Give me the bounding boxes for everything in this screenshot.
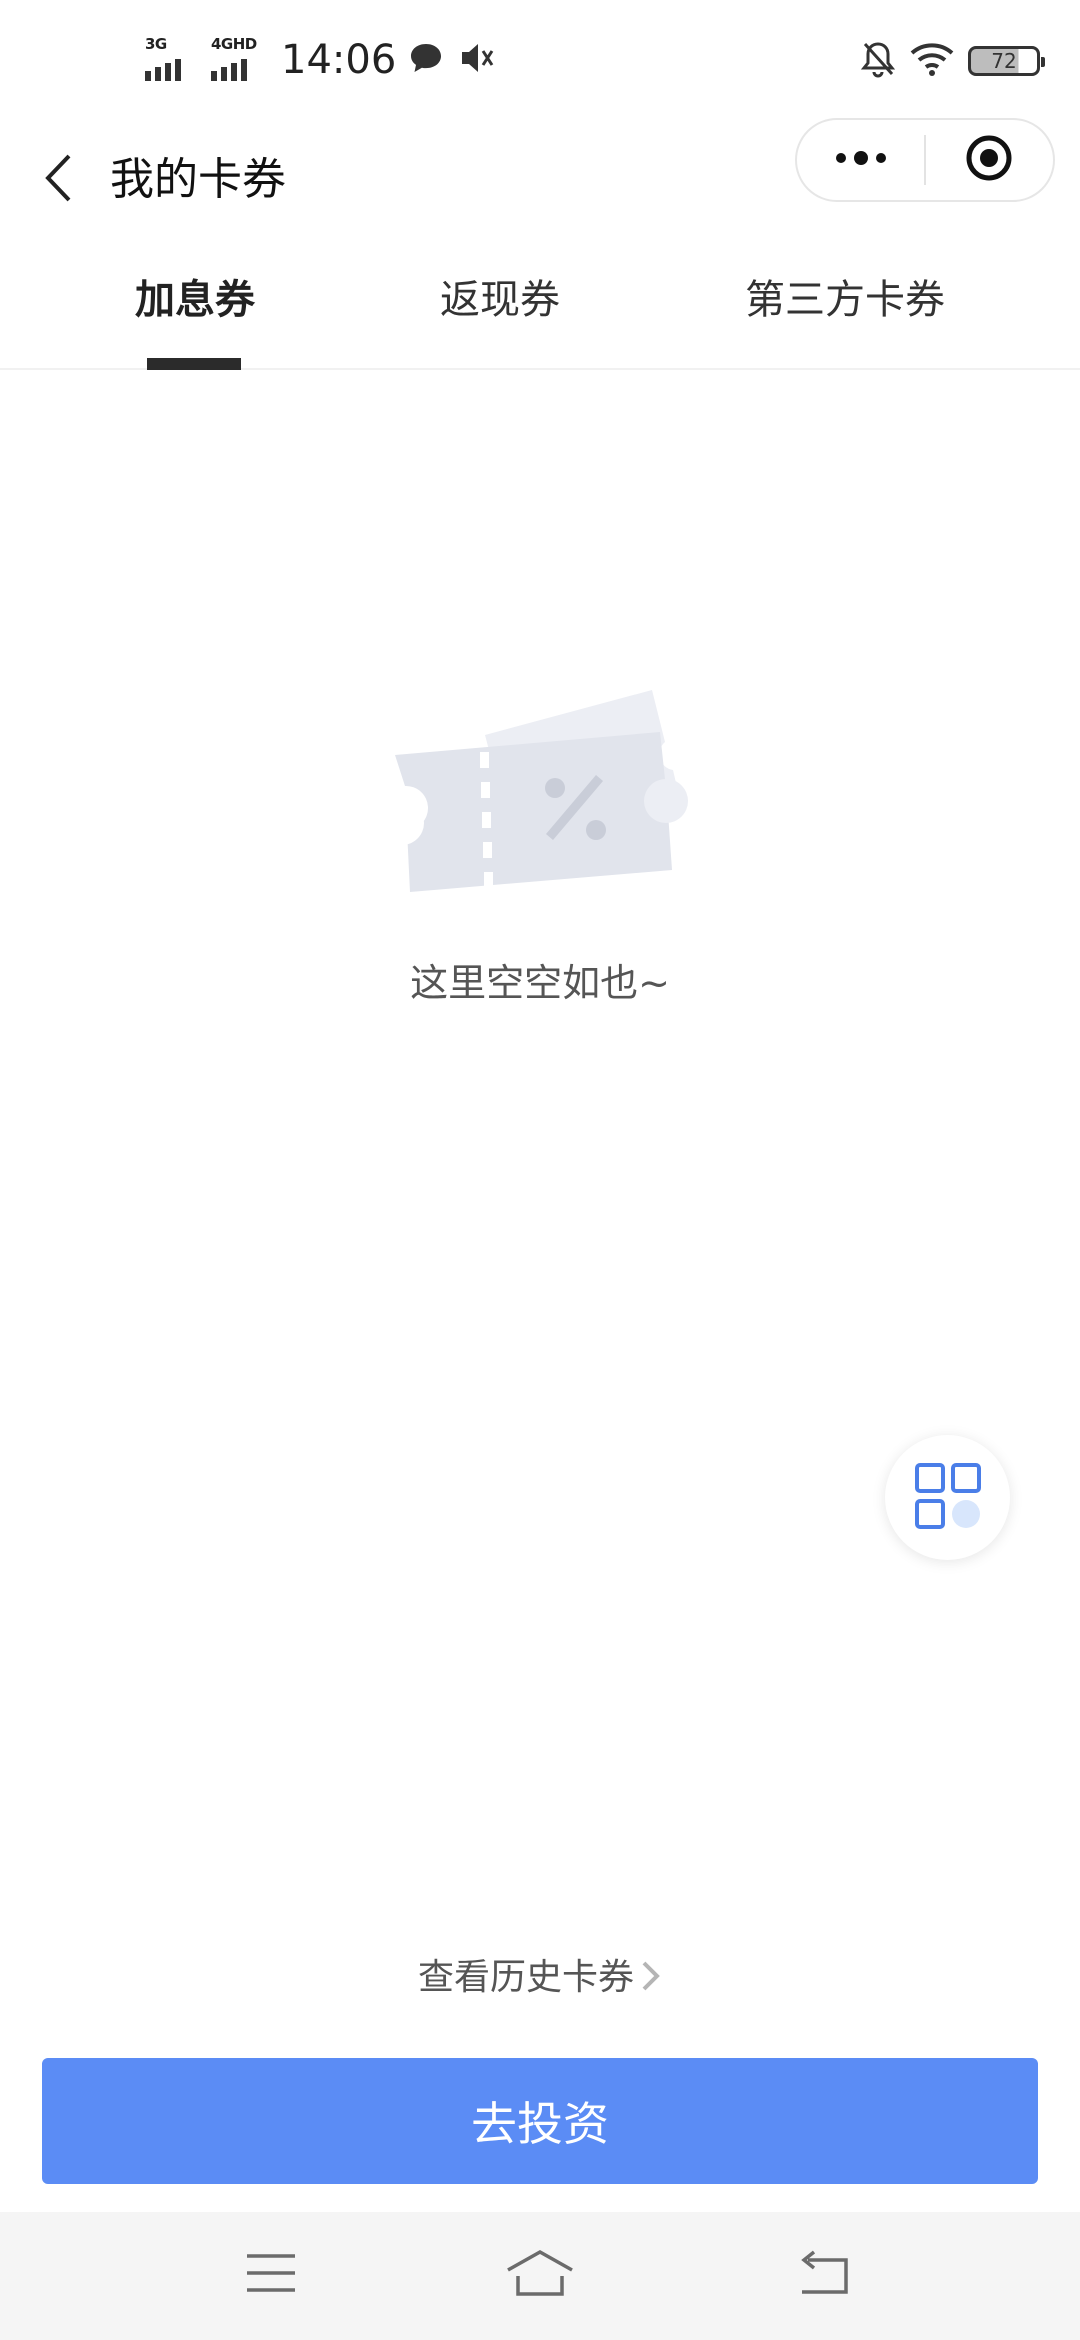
chevron-left-icon <box>43 153 73 207</box>
tab-cashback-coupon[interactable]: 返现券 <box>440 245 560 370</box>
wifi-icon <box>910 41 954 81</box>
system-nav-bar <box>0 2212 1080 2340</box>
status-time: 14:06 <box>281 37 397 83</box>
home-icon <box>504 2248 576 2302</box>
chevron-right-icon <box>640 1957 662 1998</box>
nav-home-button[interactable] <box>500 2240 580 2310</box>
nav-back-button[interactable] <box>784 2240 864 2310</box>
battery-level: 72 <box>991 49 1017 73</box>
battery-icon: 72 <box>968 46 1045 76</box>
status-bar: 3G 4GHD 14:06 72 <box>0 0 1080 120</box>
coupon-ticket-icon <box>380 680 690 900</box>
speaker-mute-icon <box>458 40 496 80</box>
tab-third-party-coupon[interactable]: 第三方卡券 <box>745 245 945 370</box>
signal-3g-icon: 3G <box>145 35 203 85</box>
history-coupons-link[interactable]: 查看历史卡券 <box>0 1948 1080 2000</box>
back-button[interactable] <box>30 138 86 222</box>
status-bar-left: 3G 4GHD 14:06 <box>145 30 496 90</box>
header: 我的卡券 <box>0 118 1080 240</box>
grid-apps-icon <box>913 1461 983 1535</box>
tab-active-indicator <box>147 358 241 370</box>
history-link-label: 查看历史卡券 <box>417 1957 634 1998</box>
signal-4g-icon: 4GHD <box>211 35 269 85</box>
empty-state-text: 这里空空如也~ <box>410 961 670 1005</box>
nav-menu-button[interactable] <box>231 2240 311 2310</box>
tab-interest-coupon[interactable]: 加息券 <box>135 245 255 370</box>
page-title: 我的卡券 <box>110 154 286 205</box>
more-button[interactable] <box>797 118 924 202</box>
bell-off-icon <box>860 40 896 82</box>
menu-icon <box>244 2251 298 2299</box>
target-icon <box>964 133 1014 187</box>
close-miniprogram-button[interactable] <box>926 118 1053 202</box>
network-label-4g: 4GHD <box>211 35 257 53</box>
status-bar-right: 72 <box>860 36 1045 86</box>
back-icon <box>794 2248 854 2302</box>
coupon-tabs: 加息券 返现券 第三方卡券 <box>0 245 1080 370</box>
mini-program-capsule <box>795 118 1055 202</box>
chat-bubble-icon <box>408 41 444 79</box>
floating-menu-button[interactable] <box>885 1435 1010 1560</box>
more-dots-icon <box>834 150 888 170</box>
go-invest-button[interactable]: 去投资 <box>42 2058 1038 2184</box>
network-label-3g: 3G <box>145 35 167 53</box>
